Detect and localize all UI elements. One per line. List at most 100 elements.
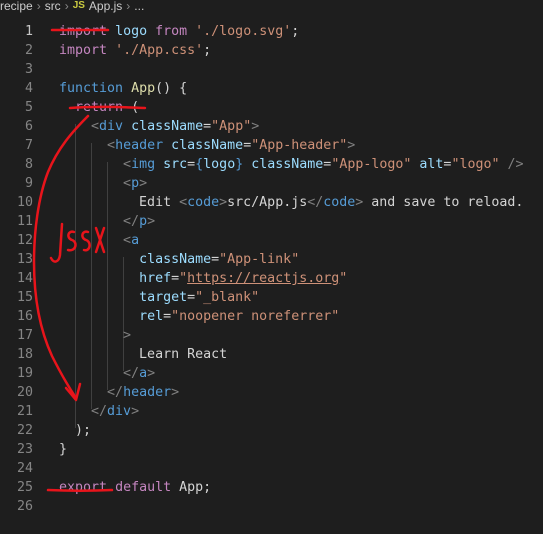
breadcrumb-item-src[interactable]: src [45, 0, 61, 12]
code-text: Edit <code>src/App.js</code> and save to… [59, 193, 523, 212]
code-token: </ [107, 385, 124, 400]
code-line[interactable]: 18 Learn React [0, 345, 543, 364]
code-token: import [59, 43, 108, 58]
code-token: } [59, 442, 68, 457]
code-token: > [171, 385, 180, 400]
code-line[interactable]: 21 </div> [0, 402, 543, 421]
line-number: 26 [16, 499, 33, 514]
code-token: "App-header" [251, 138, 348, 153]
code-line[interactable]: 13 className="App-link" [0, 250, 543, 269]
code-token: "App-link" [219, 252, 300, 267]
code-line[interactable]: 3 [0, 60, 543, 79]
code-text: <a [59, 231, 139, 250]
code-token: > [147, 366, 156, 381]
breadcrumb: recipe › src › JS App.js ›... [0, 0, 543, 14]
code-line[interactable]: 12 <a [0, 231, 543, 250]
code-line[interactable]: 7 <header className="App-header"> [0, 136, 543, 155]
code-token: alt [419, 157, 444, 172]
code-line[interactable]: 14 href="https://reactjs.org" [0, 269, 543, 288]
line-number: 22 [16, 423, 33, 438]
breadcrumb-item-folder[interactable]: recipe [0, 0, 33, 12]
breadcrumb-item-file[interactable]: App.js [89, 0, 122, 12]
code-token: className [251, 157, 324, 172]
code-token: div [107, 404, 132, 419]
code-token: "_blank" [195, 290, 260, 305]
code-token: target [139, 290, 188, 305]
code-line[interactable]: 6 <div className="App"> [0, 117, 543, 136]
code-line[interactable]: 9 <p> [0, 174, 543, 193]
code-token: > [123, 328, 132, 343]
code-token: /> [507, 157, 524, 172]
code-text: Learn React [59, 345, 227, 364]
code-text: href="https://reactjs.org" [59, 269, 347, 288]
code-line[interactable]: 24 [0, 459, 543, 478]
code-token: < [123, 233, 132, 248]
code-text: rel="noopener noreferrer" [59, 307, 339, 326]
code-token: = [203, 119, 212, 134]
code-token: a [139, 366, 148, 381]
code-token: = [243, 138, 252, 153]
code-line[interactable]: 17 > [0, 326, 543, 345]
code-line[interactable]: 19 </a> [0, 364, 543, 383]
code-token: p [131, 176, 140, 191]
code-token: "logo" [451, 157, 500, 172]
code-token: " [179, 271, 188, 286]
code-token: < [123, 157, 132, 172]
code-line[interactable]: 26 [0, 497, 543, 516]
code-text: <div className="App"> [59, 117, 259, 136]
code-token: './logo.svg' [195, 24, 292, 39]
code-token: = [163, 309, 172, 324]
code-token: href [139, 271, 172, 286]
line-number: 21 [16, 404, 33, 419]
line-number: 9 [24, 176, 33, 191]
code-line[interactable]: 20 </header> [0, 383, 543, 402]
code-line[interactable]: 22 ); [0, 421, 543, 440]
line-number: 14 [16, 271, 33, 286]
code-line[interactable]: 16 rel="noopener noreferrer" [0, 307, 543, 326]
code-token: Learn React [59, 347, 228, 362]
line-number: 3 [24, 62, 33, 77]
line-number: 19 [16, 366, 33, 381]
code-line[interactable]: 10 Edit <code>src/App.js</code> and save… [0, 193, 543, 212]
code-line[interactable]: 2 import './App.css'; [0, 41, 543, 60]
code-token: ; [203, 43, 212, 58]
line-number: 16 [16, 309, 33, 324]
code-line[interactable]: 25 export default App; [0, 478, 543, 497]
code-line[interactable]: 11 </p> [0, 212, 543, 231]
code-line[interactable]: 1 import logo from './logo.svg'; [0, 22, 543, 41]
code-token: App [131, 81, 156, 96]
code-line[interactable]: 23} [0, 440, 543, 459]
code-token: https://reactjs.org [187, 271, 340, 286]
breadcrumb-item-symbol[interactable]: ... [134, 0, 144, 12]
code-token: className [171, 138, 244, 153]
line-number: 8 [24, 157, 33, 172]
code-text: ); [59, 421, 91, 440]
code-token: ; [291, 24, 300, 39]
line-number: 4 [24, 81, 33, 96]
code-text: className="App-link" [59, 250, 299, 269]
code-editor[interactable]: 1 import logo from './logo.svg'; 2 import '… [0, 15, 543, 534]
line-number: 23 [16, 442, 33, 457]
code-line[interactable]: 4 function App() { [0, 79, 543, 98]
code-line[interactable]: 8 <img src={logo} className="App-logo" a… [0, 155, 543, 174]
code-token: > [131, 404, 140, 419]
code-token: = [211, 252, 220, 267]
code-token: className [139, 252, 212, 267]
code-text: export default App; [59, 478, 211, 497]
code-token: div [99, 119, 124, 134]
code-line[interactable]: 5 return ( [0, 98, 543, 117]
code-line[interactable]: 15 target="_blank" [0, 288, 543, 307]
code-token: </ [123, 214, 140, 229]
code-token: function [59, 81, 124, 96]
line-number: 25 [16, 480, 33, 495]
code-token: "App-logo" [331, 157, 412, 172]
code-text: </header> [59, 383, 179, 402]
line-number: 6 [24, 119, 33, 134]
